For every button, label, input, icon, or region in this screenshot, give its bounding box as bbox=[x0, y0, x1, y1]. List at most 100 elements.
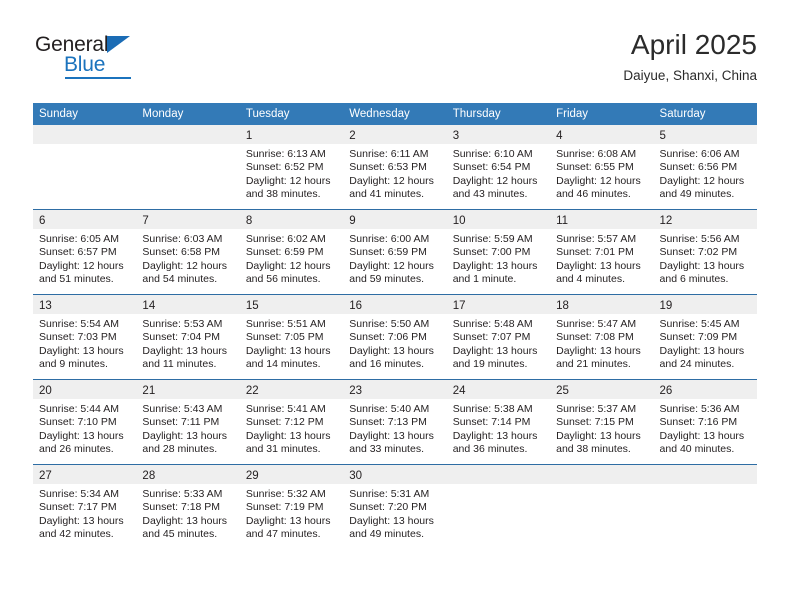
day-detail-lines: Sunrise: 5:44 AM Sunset: 7:10 PM Daylight:… bbox=[33, 399, 136, 457]
calendar-day-cell[interactable]: 18 Sunrise: 5:47 AM Sunset: 7:08 PM Dayligh… bbox=[550, 294, 654, 380]
calendar-day-cell[interactable]: 6 Sunrise: 6:05 AM Sunset: 6:57 PM Daylight… bbox=[33, 209, 137, 295]
day-number-band: 29 bbox=[239, 465, 344, 484]
daylight-text-cont: and 26 minutes. bbox=[39, 443, 114, 456]
calendar-day-cell[interactable]: 26 Sunrise: 5:36 AM Sunset: 7:16 PM Dayligh… bbox=[653, 379, 757, 465]
day-number-band: 24 bbox=[446, 380, 551, 399]
day-detail-lines bbox=[550, 484, 653, 488]
day-detail-lines: Sunrise: 6:06 AM Sunset: 6:56 PM Daylight:… bbox=[654, 144, 757, 202]
day-number: 14 bbox=[142, 300, 156, 312]
calendar-page: General Blue April 2025 Daiyue, Shanxi, … bbox=[0, 0, 792, 612]
calendar-day-cell[interactable]: 23 Sunrise: 5:40 AM Sunset: 7:13 PM Dayligh… bbox=[343, 379, 447, 465]
calendar-day-cell[interactable]: 3 Sunrise: 6:10 AM Sunset: 6:54 PM Daylight… bbox=[446, 125, 551, 210]
sunrise-text: Sunrise: 5:57 AM bbox=[556, 233, 637, 245]
day-number-band: 25 bbox=[550, 380, 654, 399]
calendar-day-cell[interactable]: 9 Sunrise: 6:00 AM Sunset: 6:59 PM Daylight… bbox=[343, 209, 447, 295]
day-number-band: 17 bbox=[446, 295, 551, 314]
weekday-header-saturday: Saturday bbox=[653, 103, 757, 125]
day-number: 6 bbox=[39, 215, 46, 227]
calendar-day-cell[interactable]: 13 Sunrise: 5:54 AM Sunset: 7:03 PM Dayligh… bbox=[33, 294, 137, 380]
day-number-band: 15 bbox=[239, 295, 344, 314]
calendar-day-cell[interactable]: 22 Sunrise: 5:41 AM Sunset: 7:12 PM Dayligh… bbox=[239, 379, 344, 465]
daylight-text-cont: and 1 minute. bbox=[452, 273, 517, 286]
day-number: 26 bbox=[659, 385, 673, 397]
sunset-text: Sunset: 7:18 PM bbox=[142, 501, 221, 514]
calendar-day-cell[interactable]: 20 Sunrise: 5:44 AM Sunset: 7:10 PM Dayligh… bbox=[33, 379, 137, 465]
calendar-day-cell[interactable]: 27 Sunrise: 5:34 AM Sunset: 7:17 PM Dayligh… bbox=[33, 464, 137, 549]
daylight-text-cont: and 16 minutes. bbox=[349, 358, 424, 371]
calendar-day-cell[interactable]: 25 Sunrise: 5:37 AM Sunset: 7:15 PM Dayligh… bbox=[550, 379, 654, 465]
day-detail-lines bbox=[33, 144, 136, 148]
day-number-band: 1 bbox=[239, 125, 344, 144]
calendar-day-cell[interactable]: 15 Sunrise: 5:51 AM Sunset: 7:05 PM Dayligh… bbox=[239, 294, 344, 380]
daylight-text: Daylight: 13 hours bbox=[245, 514, 331, 527]
day-number-band: 18 bbox=[550, 295, 654, 314]
day-number: 20 bbox=[39, 385, 52, 397]
calendar-day-cell[interactable]: 10 Sunrise: 5:59 AM Sunset: 7:00 PM Dayligh… bbox=[446, 209, 551, 295]
day-cell-inner: 5 Sunrise: 6:06 AM Sunset: 6:56 PM Daylight… bbox=[653, 125, 757, 209]
sunrise-text: Sunrise: 5:40 AM bbox=[349, 403, 430, 415]
day-number: 27 bbox=[39, 470, 52, 482]
calendar-day-cell[interactable]: 19 Sunrise: 5:45 AM Sunset: 7:09 PM Dayligh… bbox=[653, 294, 757, 380]
calendar-day-cell[interactable]: 28 Sunrise: 5:33 AM Sunset: 7:18 PM Dayligh… bbox=[136, 464, 240, 549]
day-detail-lines: Sunrise: 6:08 AM Sunset: 6:55 PM Daylight:… bbox=[550, 144, 653, 202]
calendar-day-cell[interactable]: 24 Sunrise: 5:38 AM Sunset: 7:14 PM Dayligh… bbox=[446, 379, 551, 465]
daylight-text: Daylight: 13 hours bbox=[452, 259, 538, 272]
calendar-day-cell[interactable]: 8 Sunrise: 6:02 AM Sunset: 6:59 PM Daylight… bbox=[239, 209, 344, 295]
calendar-day-cell[interactable]: 2 Sunrise: 6:11 AM Sunset: 6:53 PM Daylight… bbox=[343, 125, 447, 210]
calendar-day-cell[interactable]: 30 Sunrise: 5:31 AM Sunset: 7:20 PM Dayligh… bbox=[343, 464, 447, 549]
calendar-day-cell[interactable]: 12 Sunrise: 5:56 AM Sunset: 7:02 PM Dayligh… bbox=[653, 209, 757, 295]
daylight-text: Daylight: 12 hours bbox=[452, 174, 538, 187]
calendar-day-cell[interactable]: 5 Sunrise: 6:06 AM Sunset: 6:56 PM Daylight… bbox=[653, 125, 757, 210]
sunset-text: Sunset: 7:14 PM bbox=[452, 416, 531, 429]
day-number: 4 bbox=[556, 130, 563, 142]
daylight-text: Daylight: 12 hours bbox=[245, 259, 331, 272]
day-detail-lines: Sunrise: 5:45 AM Sunset: 7:09 PM Daylight:… bbox=[654, 314, 757, 372]
day-detail-lines: Sunrise: 5:34 AM Sunset: 7:17 PM Daylight:… bbox=[33, 484, 136, 542]
calendar-day-cell[interactable]: 17 Sunrise: 5:48 AM Sunset: 7:07 PM Dayligh… bbox=[446, 294, 551, 380]
daylight-text-cont: and 47 minutes. bbox=[245, 528, 321, 541]
calendar-day-cell[interactable]: 29 Sunrise: 5:32 AM Sunset: 7:19 PM Dayligh… bbox=[239, 464, 344, 549]
calendar-day-cell[interactable]: 14 Sunrise: 5:53 AM Sunset: 7:04 PM Dayligh… bbox=[136, 294, 240, 380]
daylight-text-cont: and 49 minutes. bbox=[349, 528, 424, 541]
sunset-text: Sunset: 7:16 PM bbox=[659, 416, 738, 429]
daylight-text-cont: and 54 minutes. bbox=[142, 273, 218, 286]
daylight-text: Daylight: 13 hours bbox=[349, 429, 434, 442]
day-number-band bbox=[550, 465, 654, 484]
day-number-band: 26 bbox=[653, 380, 757, 399]
day-detail-lines: Sunrise: 5:37 AM Sunset: 7:15 PM Daylight:… bbox=[550, 399, 653, 457]
daylight-text: Daylight: 12 hours bbox=[556, 174, 641, 187]
daylight-text: Daylight: 13 hours bbox=[245, 344, 331, 357]
sunset-text: Sunset: 7:02 PM bbox=[659, 246, 738, 259]
daylight-text: Daylight: 12 hours bbox=[349, 174, 434, 187]
day-number-band: 12 bbox=[653, 210, 757, 229]
day-number: 13 bbox=[39, 300, 52, 312]
day-number: 7 bbox=[142, 215, 149, 227]
calendar-day-cell-empty bbox=[653, 464, 757, 549]
day-cell-inner: 21 Sunrise: 5:43 AM Sunset: 7:11 PM Dayligh… bbox=[136, 380, 240, 464]
day-cell-inner: 7 Sunrise: 6:03 AM Sunset: 6:58 PM Daylight… bbox=[136, 210, 240, 294]
sunset-text: Sunset: 7:00 PM bbox=[452, 246, 531, 259]
day-cell-inner: 3 Sunrise: 6:10 AM Sunset: 6:54 PM Daylight… bbox=[446, 125, 551, 209]
day-detail-lines: Sunrise: 6:13 AM Sunset: 6:52 PM Daylight:… bbox=[240, 144, 343, 202]
sunset-text: Sunset: 7:03 PM bbox=[39, 331, 117, 344]
calendar-day-cell[interactable]: 11 Sunrise: 5:57 AM Sunset: 7:01 PM Dayligh… bbox=[550, 209, 654, 295]
page-header: General Blue April 2025 Daiyue, Shanxi, … bbox=[35, 28, 757, 90]
calendar-day-cell[interactable]: 7 Sunrise: 6:03 AM Sunset: 6:58 PM Daylight… bbox=[136, 209, 240, 295]
day-detail-lines: Sunrise: 5:48 AM Sunset: 7:07 PM Daylight:… bbox=[447, 314, 550, 372]
calendar-day-cell[interactable]: 4 Sunrise: 6:08 AM Sunset: 6:55 PM Daylight… bbox=[550, 125, 654, 210]
calendar-day-cell[interactable]: 1 Sunrise: 6:13 AM Sunset: 6:52 PM Daylight… bbox=[239, 125, 344, 210]
day-cell-inner: 20 Sunrise: 5:44 AM Sunset: 7:10 PM Dayligh… bbox=[33, 380, 137, 464]
sunrise-text: Sunrise: 6:11 AM bbox=[349, 148, 429, 160]
day-number-band bbox=[653, 465, 757, 484]
daylight-text: Daylight: 13 hours bbox=[142, 429, 228, 442]
sunset-text: Sunset: 7:13 PM bbox=[349, 416, 427, 429]
day-detail-lines: Sunrise: 6:10 AM Sunset: 6:54 PM Daylight:… bbox=[447, 144, 550, 202]
sunset-text: Sunset: 6:56 PM bbox=[659, 161, 738, 174]
day-detail-lines bbox=[136, 144, 239, 148]
calendar-day-cell[interactable]: 21 Sunrise: 5:43 AM Sunset: 7:11 PM Dayligh… bbox=[136, 379, 240, 465]
day-number: 21 bbox=[142, 385, 156, 397]
day-cell-inner bbox=[550, 465, 654, 549]
day-number-band: 7 bbox=[136, 210, 240, 229]
sunrise-text: Sunrise: 6:13 AM bbox=[245, 148, 326, 160]
calendar-day-cell[interactable]: 16 Sunrise: 5:50 AM Sunset: 7:06 PM Dayligh… bbox=[343, 294, 447, 380]
